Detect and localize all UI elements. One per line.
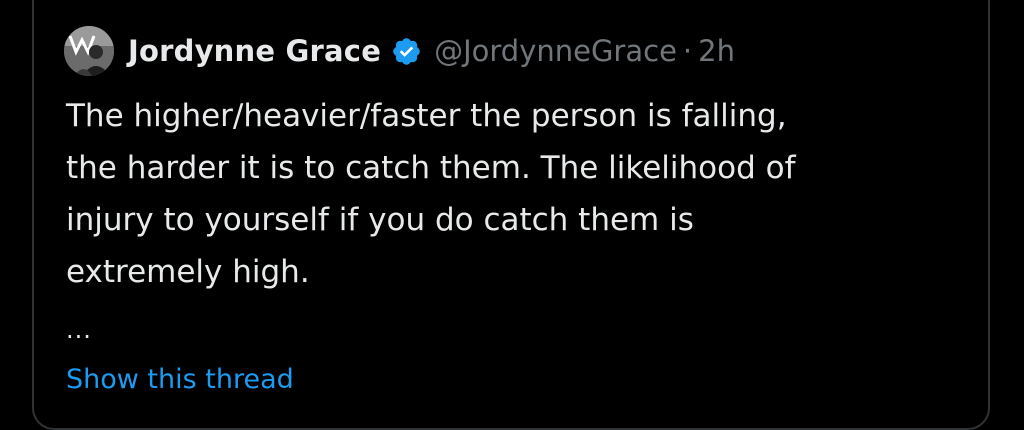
separator-dot: · bbox=[682, 34, 693, 68]
tweet-text: The higher/heavier/faster the person is … bbox=[66, 98, 796, 290]
author-display-name[interactable]: Jordynne Grace bbox=[128, 34, 381, 68]
verified-badge-icon bbox=[391, 36, 422, 67]
truncation-ellipsis: ... bbox=[66, 316, 92, 344]
author-handle[interactable]: @JordynneGrace bbox=[434, 34, 677, 68]
avatar-image bbox=[64, 26, 114, 76]
tweet-header: Jordynne Grace @JordynneGrace · 2h bbox=[64, 26, 735, 76]
avatar[interactable] bbox=[64, 26, 114, 76]
show-thread-link[interactable]: Show this thread bbox=[66, 364, 294, 395]
tweet-timestamp[interactable]: 2h bbox=[698, 34, 735, 68]
